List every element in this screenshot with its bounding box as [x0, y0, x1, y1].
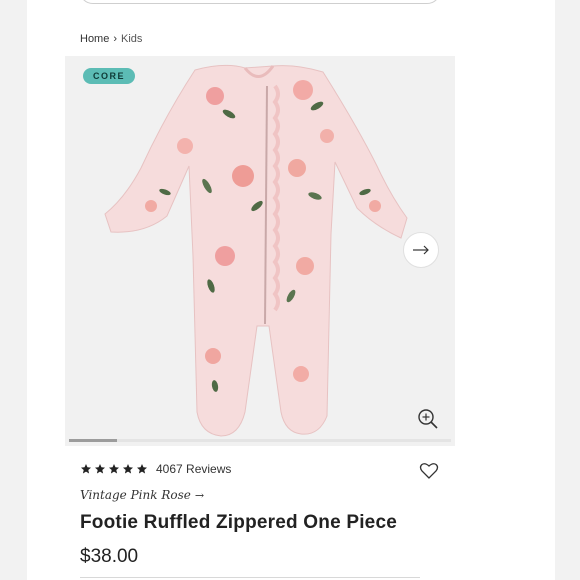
heart-icon[interactable]: [419, 461, 439, 481]
breadcrumb-current[interactable]: Kids: [121, 33, 142, 45]
product-image-gallery[interactable]: CORE: [65, 56, 455, 446]
garment-body: [104, 64, 408, 437]
rose-print: [206, 87, 224, 105]
star-icon: [123, 464, 133, 474]
variant-name: Vintage Pink Rose: [80, 488, 191, 502]
reviews-count[interactable]: 4067 Reviews: [156, 462, 231, 476]
search-input[interactable]: [79, 0, 441, 4]
rose-print: [145, 200, 157, 212]
gallery-progress-track: [69, 439, 451, 442]
arrow-right-icon: →: [194, 488, 205, 502]
star-icon: [109, 464, 119, 474]
star-icon: [95, 464, 105, 474]
product-title: Footie Ruffled Zippered One Piece: [80, 512, 397, 533]
product-image: [104, 64, 408, 437]
star-icon: [137, 464, 147, 474]
rose-print: [296, 257, 314, 275]
rose-print: [205, 348, 221, 364]
star-icon: [81, 464, 91, 474]
zoom-in-icon[interactable]: [417, 408, 439, 430]
product-price: $38.00: [80, 546, 139, 567]
arrow-right-icon: [413, 245, 429, 255]
breadcrumb: Home › Kids: [80, 33, 142, 45]
rose-print: [369, 200, 381, 212]
rose-print: [288, 159, 306, 177]
rose-print: [293, 366, 309, 382]
star-rating: [80, 463, 148, 475]
variant-link[interactable]: Vintage Pink Rose →: [80, 488, 204, 502]
breadcrumb-home-link[interactable]: Home: [80, 33, 109, 45]
rose-print: [232, 165, 254, 187]
next-image-button[interactable]: [403, 232, 439, 268]
rose-print: [320, 129, 334, 143]
rose-print: [215, 246, 235, 266]
divider: [80, 577, 420, 578]
rose-print: [177, 138, 193, 154]
rose-print: [293, 80, 313, 100]
chevron-right-icon: ›: [113, 33, 118, 45]
gallery-progress-fill: [69, 439, 117, 442]
core-badge: CORE: [83, 68, 136, 84]
product-page: Home › Kids CORE 4067 Reviews Vintage Pi…: [27, 0, 555, 580]
rating-summary[interactable]: 4067 Reviews: [80, 462, 231, 476]
